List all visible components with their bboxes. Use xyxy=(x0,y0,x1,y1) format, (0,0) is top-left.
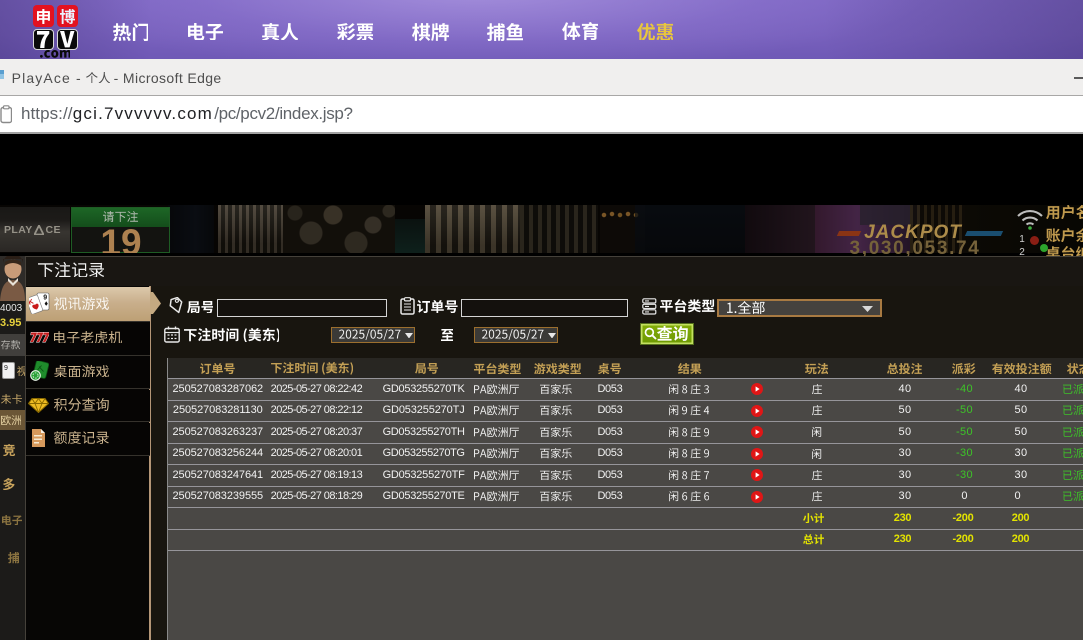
svg-text:9: 9 xyxy=(4,365,8,372)
svg-text:9: 9 xyxy=(43,295,47,302)
